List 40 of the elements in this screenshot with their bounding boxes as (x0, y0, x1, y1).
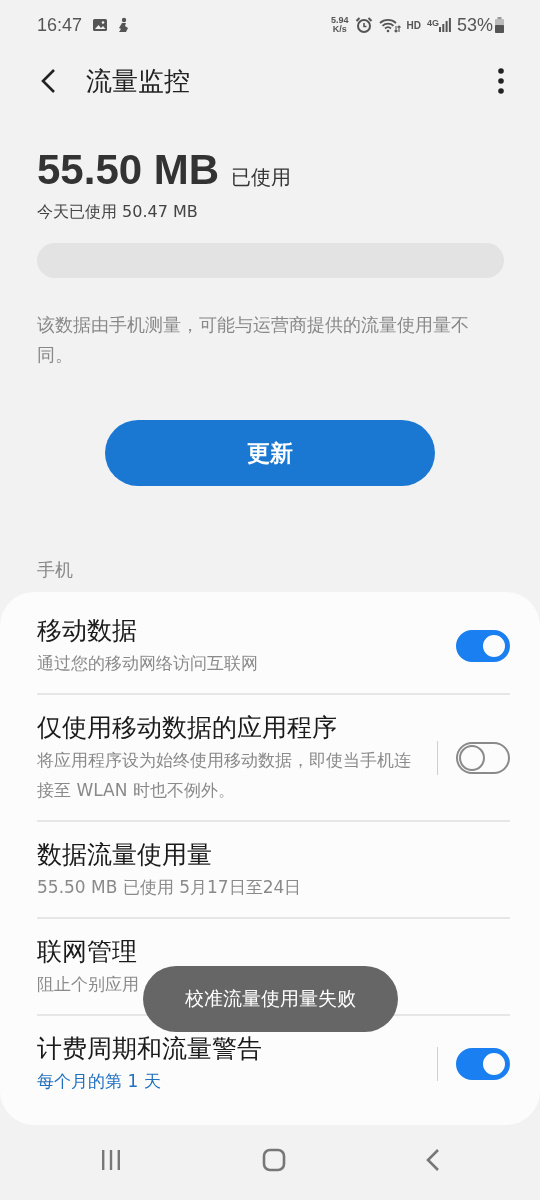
hd-label: HD (406, 19, 421, 31)
row-title: 计费周期和流量警告 (37, 1033, 263, 1065)
settings-row[interactable]: 数据流量使用量 55.50 MB 已使用 5月17日至24日 (37, 820, 510, 917)
row-subtitle: 55.50 MB 已使用 5月17日至24日 (37, 876, 302, 899)
update-button[interactable]: 更新 (105, 420, 435, 486)
speed-unit: K/s (332, 25, 347, 34)
clock-time: 16:47 (37, 14, 83, 36)
back-nav-icon[interactable] (426, 1148, 440, 1172)
network-label: 4G (426, 18, 439, 28)
usage-amount: 55.50 MB (37, 146, 220, 194)
row-subtitle: 通过您的移动网络访问互联网 (37, 652, 258, 675)
section-label: 手机 (36, 558, 74, 582)
row-subtitle: 阻止个别应用 (37, 973, 139, 996)
usage-suffix: 已使用 (231, 164, 292, 191)
row-subtitle: 每个月的第 1 天 (37, 1070, 161, 1093)
battery-icon (495, 17, 504, 33)
recent-apps-icon[interactable] (100, 1149, 122, 1171)
alarm-icon (354, 16, 373, 34)
speed-value: 5.94 (330, 16, 349, 25)
settings-row[interactable]: 仅使用移动数据的应用程序 将应用程序设为始终使用移动数据，即使当手机连接至 WLAN 时也不例外。 (37, 693, 510, 820)
message-toast: 校准流量使用量失败 (143, 966, 398, 1032)
disclaimer-text: 该数据由手机测量，可能与运营商提供的流量使用量不同。 (36, 313, 470, 367)
more-options-icon[interactable] (498, 68, 504, 94)
row-title: 移动数据 (37, 615, 138, 647)
home-icon[interactable] (262, 1148, 286, 1172)
wifi-icon (378, 17, 401, 33)
toggle-switch[interactable] (456, 742, 510, 774)
image-icon (92, 17, 109, 33)
settings-row[interactable]: 移动数据 通过您的移动网络访问互联网 (37, 592, 510, 693)
page-title: 流量监控 (86, 64, 191, 98)
row-title: 联网管理 (37, 936, 138, 968)
today-usage: 今天已使用 50.47 MB (37, 202, 199, 223)
battery-percent: 53% (456, 14, 493, 36)
row-title: 仅使用移动数据的应用程序 (37, 712, 338, 744)
toggle-switch[interactable] (456, 630, 510, 662)
signal-icon (438, 18, 451, 32)
toggle-switch[interactable] (456, 1048, 510, 1080)
back-icon[interactable] (40, 68, 58, 94)
row-title: 数据流量使用量 (37, 839, 213, 871)
row-subtitle: 将应用程序设为始终使用移动数据，即使当手机连接至 WLAN 时也不例外。 (37, 749, 412, 802)
